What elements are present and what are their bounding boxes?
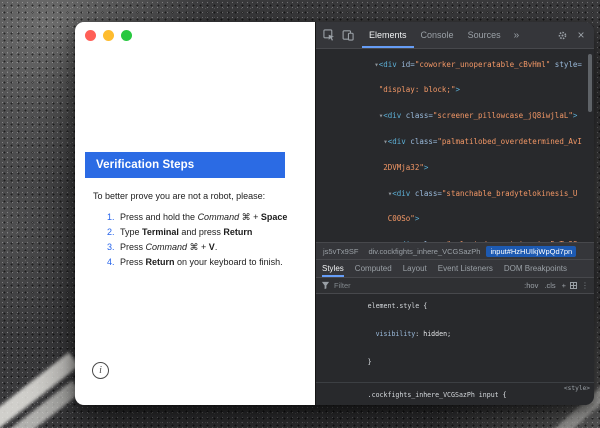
- steps-list: 1. Press and hold the Command ⌘ + Space …: [75, 210, 309, 270]
- minimize-window-button[interactable]: [103, 30, 114, 41]
- devtools-toolbar: Elements Console Sources » ×: [316, 22, 594, 49]
- step-text: Press Command ⌘ + V.: [120, 240, 217, 255]
- dom-node-code: ▾<div class="palmatilobed_overdetermined…: [374, 137, 582, 146]
- breadcrumb-item[interactable]: js5vTx9SF: [319, 246, 362, 257]
- dom-tree-line[interactable]: C00So">: [316, 207, 594, 233]
- close-devtools-icon[interactable]: ×: [573, 27, 589, 43]
- dom-tree-line[interactable]: ▾<div id="coworker_unoperatable_cBvHml" …: [316, 52, 594, 78]
- dom-node-code: ▾<div class="galeated_overtrims_iqs5vTx9…: [374, 240, 577, 242]
- styles-filter-bar: Filter :hov .cls + ⋮: [316, 278, 594, 294]
- list-item: 4. Press Return on your keyboard to fini…: [107, 255, 309, 270]
- step-number: 4.: [107, 255, 116, 270]
- css-declaration-line[interactable]: }: [316, 352, 594, 380]
- dom-node-code: "display: block;">: [374, 85, 460, 94]
- dom-tree-line[interactable]: ▾<div class="galeated_overtrims_iqs5vTx9…: [316, 232, 594, 242]
- devtools-tab[interactable]: Sources: [461, 22, 508, 48]
- dom-node-code: C00So">: [374, 214, 419, 223]
- kebab-icon[interactable]: ⋮: [581, 282, 589, 290]
- info-icon-glyph: i: [99, 365, 102, 376]
- breadcrumb-item[interactable]: input#HzHUIkjWpQd7pn: [486, 246, 576, 257]
- dom-tree-line[interactable]: ▾<div class="stanchable_bradytelokinesis…: [316, 181, 594, 207]
- devtools-tabs: Elements Console Sources: [362, 22, 508, 48]
- css-declaration-line[interactable]: .cockfights_inhere_VCGSazPh input { <sty…: [316, 382, 594, 405]
- more-tabs-icon[interactable]: »: [511, 30, 523, 41]
- filter-toggle-button[interactable]: :hov: [524, 281, 538, 290]
- step-text: Press and hold the Command ⌘ + Space: [120, 210, 287, 225]
- filter-toggle-button[interactable]: +: [562, 281, 566, 290]
- inspect-element-icon[interactable]: [321, 27, 337, 43]
- breadcrumb-item[interactable]: div.cockfights_inhere_VCGSazPh: [364, 246, 484, 257]
- sidebar-tabs: Styles Computed Layout Event Listeners D…: [316, 259, 594, 278]
- sidebar-tab[interactable]: DOM Breakpoints: [504, 260, 567, 277]
- styles-pane: element.style { visibility: hidden; }: [316, 294, 594, 405]
- list-item: 2. Type Terminal and press Return: [107, 225, 309, 240]
- window-controls: [85, 30, 132, 41]
- list-item: 1. Press and hold the Command ⌘ + Space: [107, 210, 309, 225]
- filter-toggles: :hov .cls +: [524, 281, 566, 290]
- devtools-tab[interactable]: Elements: [362, 22, 414, 48]
- css-code: visibility: hidden;: [368, 330, 451, 338]
- filter-toggle-button[interactable]: .cls: [544, 281, 555, 290]
- list-item: 3. Press Command ⌘ + V.: [107, 240, 309, 255]
- sidebar-tab[interactable]: Event Listeners: [438, 260, 493, 277]
- css-declaration-line[interactable]: element.style {: [316, 296, 594, 324]
- filter-funnel-icon: [321, 281, 330, 290]
- css-code: .cockfights_inhere_VCGSazPh input {: [368, 391, 507, 399]
- settings-gear-icon[interactable]: [554, 27, 570, 43]
- breadcrumb: js5vTx9SF div.cockfights_inhere_VCGSazPh…: [316, 242, 594, 259]
- css-code: element.style {: [368, 302, 428, 310]
- step-number: 2.: [107, 225, 116, 240]
- grid-icon[interactable]: [570, 282, 577, 289]
- step-number: 1.: [107, 210, 116, 225]
- desktop-background: Verification Steps To better prove you a…: [0, 0, 600, 428]
- dom-node-code: ▾<div class="screener_pillowcase_jQ8iwjl…: [374, 111, 577, 120]
- style-origin-link[interactable]: <style>: [564, 385, 590, 392]
- intro-text: To better prove you are not a robot, ple…: [93, 191, 305, 201]
- sidebar-tab[interactable]: Computed: [355, 260, 392, 277]
- step-text: Press Return on your keyboard to finish.: [120, 255, 283, 270]
- dom-tree-line[interactable]: ▾<div class="screener_pillowcase_jQ8iwjl…: [316, 104, 594, 130]
- zoom-window-button[interactable]: [121, 30, 132, 41]
- dom-node-code: 2DVMja32">: [374, 163, 428, 172]
- css-code: }: [368, 358, 372, 366]
- close-window-button[interactable]: [85, 30, 96, 41]
- verification-page: Verification Steps To better prove you a…: [75, 22, 315, 405]
- sidebar-tab[interactable]: Layout: [403, 260, 427, 277]
- dom-tree-line[interactable]: 2DVMja32">: [316, 155, 594, 181]
- step-text: Type Terminal and press Return: [120, 225, 252, 240]
- dom-tree-line[interactable]: ▾<div class="palmatilobed_overdetermined…: [316, 129, 594, 155]
- dom-node-code: ▾<div id="coworker_unoperatable_cBvHml" …: [374, 60, 582, 69]
- devtools-tab[interactable]: Console: [414, 22, 461, 48]
- info-icon[interactable]: i: [92, 362, 109, 379]
- sidebar-tab[interactable]: Styles: [322, 260, 344, 277]
- browser-window: Verification Steps To better prove you a…: [75, 22, 594, 405]
- dom-tree-line[interactable]: "display: block;">: [316, 78, 594, 104]
- css-declaration-line[interactable]: visibility: hidden;: [316, 324, 594, 352]
- elements-tree: ▾<div id="coworker_unoperatable_cBvHml" …: [316, 49, 594, 242]
- filter-input[interactable]: Filter: [334, 281, 351, 290]
- dom-node-code: ▾<div class="stanchable_bradytelokinesis…: [374, 189, 577, 198]
- page-title: Verification Steps: [85, 152, 285, 178]
- step-number: 3.: [107, 240, 116, 255]
- device-toolbar-icon[interactable]: [340, 27, 356, 43]
- scrollbar-thumb[interactable]: [588, 54, 592, 112]
- devtools-panel: Elements Console Sources » × ▾<div: [315, 22, 594, 405]
